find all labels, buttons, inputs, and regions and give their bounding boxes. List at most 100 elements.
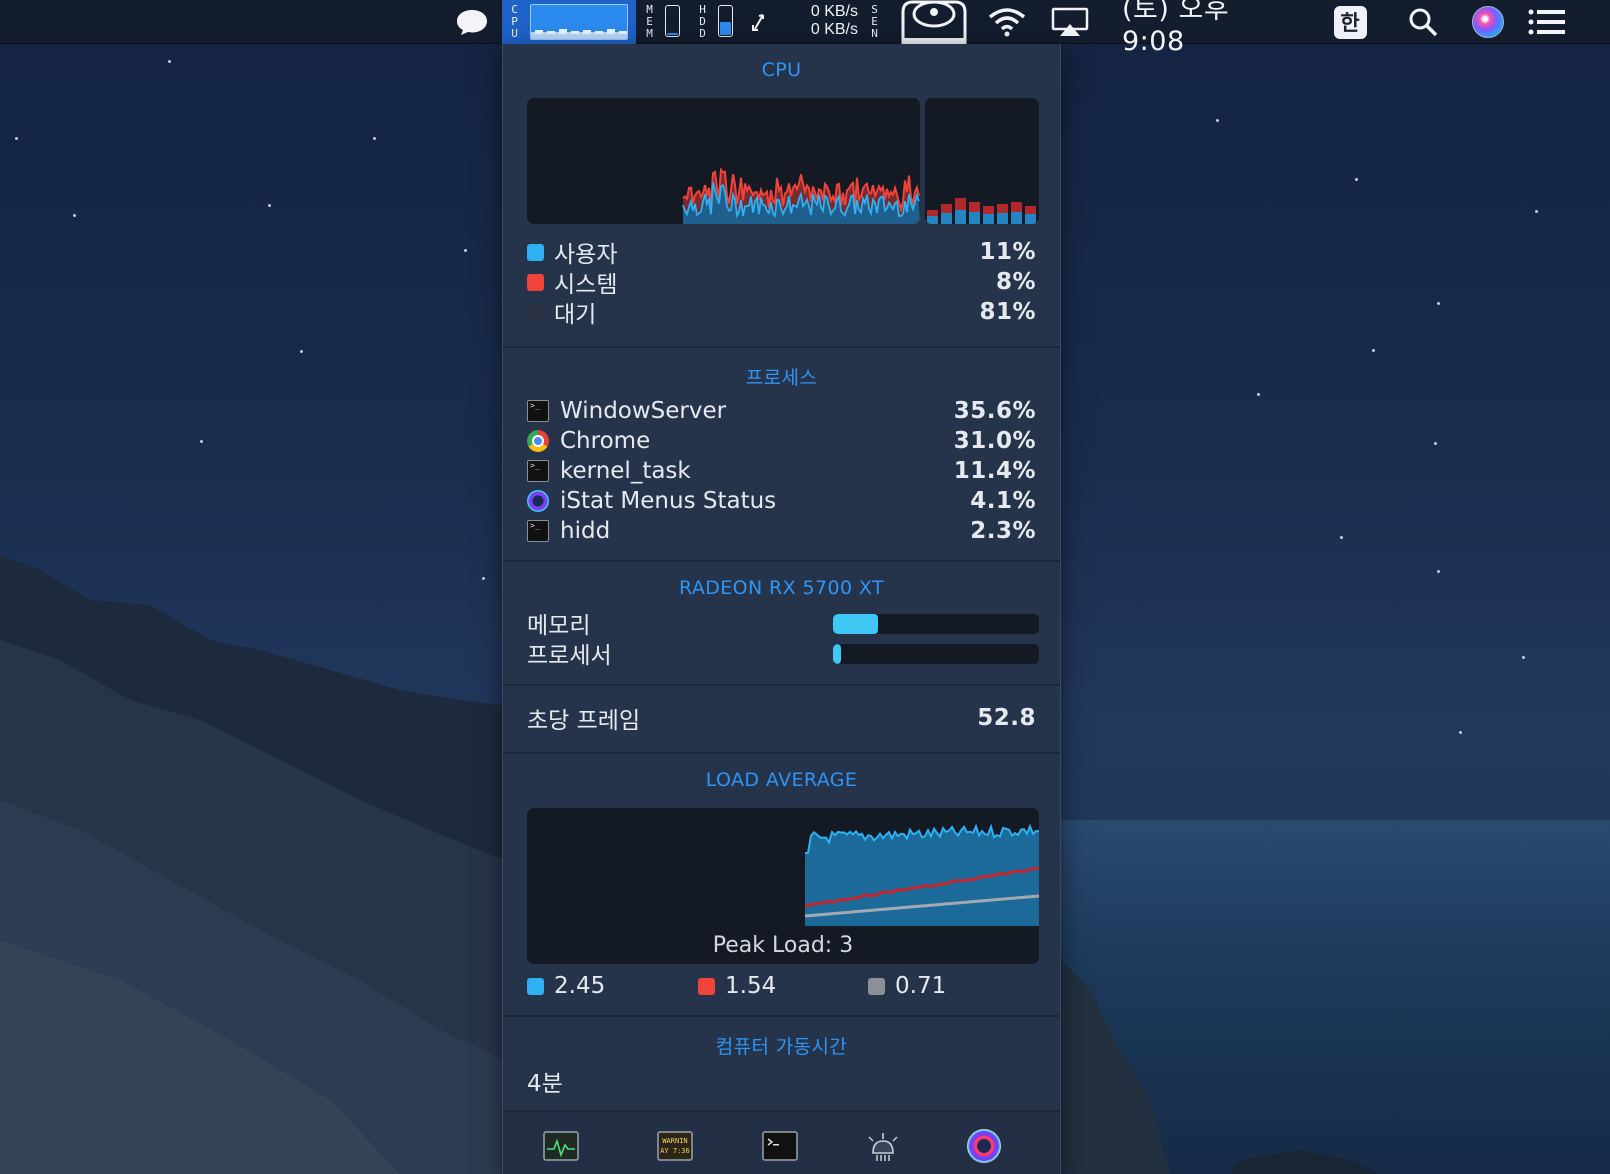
star [268, 204, 271, 207]
search-icon[interactable] [1403, 0, 1443, 44]
process-cpu-value: 31.0% [953, 428, 1036, 454]
star [1535, 210, 1538, 213]
console-icon[interactable]: WARNIN AY 7:36 [657, 1130, 693, 1162]
siri-icon[interactable] [1468, 0, 1508, 44]
process-name: Chrome [560, 428, 651, 454]
bottom-toolbar: WARNIN AY 7:36 [503, 1110, 1060, 1174]
sen-vertical-label: SEN [868, 3, 881, 39]
processes-section-title: 프로세스 [745, 367, 818, 389]
cpu-history-graph [527, 98, 920, 224]
process-row[interactable]: iStat Menus Status 4.1% [527, 486, 1036, 516]
cpu-system-row: 시스템 8% [527, 267, 1036, 298]
cpu-label: CPU [508, 3, 521, 39]
istat-menus-icon[interactable] [966, 1129, 1002, 1163]
fps-row: 초당 프레임 52.8 [527, 703, 1036, 734]
load-avg-1-legend: 2.45 [527, 973, 605, 999]
core-user-bar [1025, 214, 1036, 224]
net-download-speed: 0 KB/s [810, 21, 858, 38]
process-row[interactable]: hidd 2.3% [527, 516, 1036, 546]
activity-monitor-icon[interactable] [543, 1130, 579, 1162]
process-cpu-value: 35.6% [953, 398, 1036, 424]
load-1-area [805, 826, 1039, 926]
divider [503, 752, 1060, 754]
load-avg-15-legend: 0.71 [868, 973, 946, 999]
disk-gauge[interactable] [718, 5, 733, 37]
process-name: hidd [560, 518, 611, 544]
cpu-idle-value: 81% [979, 299, 1036, 325]
cpu-idle-label: 대기 [554, 302, 597, 328]
drive-icon[interactable] [895, 0, 973, 44]
network-arrows-icon[interactable] [748, 0, 770, 44]
star [1372, 349, 1375, 352]
gpu-processor-bar-fill [833, 644, 842, 664]
cpu-vertical-label: CPU [508, 3, 521, 39]
input-method-menu[interactable]: 한 [1330, 0, 1370, 44]
menu-bar: CPU MEM HDD 0 KB/s 0 KB/s SEN (토) 오후 9:0… [0, 0, 1610, 57]
load-avg-5-legend: 1.54 [698, 973, 776, 999]
gpu-processor-label: 프로세서 [527, 643, 612, 669]
process-cpu-value: 2.3% [970, 518, 1036, 544]
memory-gauge[interactable] [665, 5, 680, 37]
process-row[interactable]: Chrome 31.0% [527, 426, 1036, 456]
process-row[interactable]: WindowServer 35.6% [527, 396, 1036, 426]
network-speed[interactable]: 0 KB/s 0 KB/s [792, 3, 858, 39]
star [300, 350, 303, 353]
star [1434, 442, 1437, 445]
process-name: iStat Menus Status [560, 488, 777, 514]
load-avg-5-value: 1.54 [725, 973, 777, 999]
gpu-memory-bar [833, 614, 1039, 634]
core-user-bar [955, 210, 966, 224]
load-1-swatch [527, 977, 544, 995]
menubar-clock[interactable]: (토) 오후 9:08 [1122, 0, 1300, 57]
terminal-icon[interactable] [762, 1130, 798, 1162]
gpu-section-title: RADEON RX 5700 XT [678, 577, 884, 599]
star [1355, 178, 1358, 181]
message-icon[interactable] [452, 0, 492, 44]
star [15, 137, 18, 140]
gpu-memory-row: 메모리 [527, 608, 727, 639]
load-5-swatch [698, 977, 715, 995]
user-swatch [527, 243, 544, 261]
star [1459, 731, 1462, 734]
divider [503, 684, 1060, 686]
core-user-bar [941, 213, 952, 224]
cpu-section-title: CPU [761, 59, 802, 81]
load-avg-1-value: 2.45 [554, 973, 606, 999]
wifi-icon[interactable] [985, 0, 1029, 44]
console-text-line-2: AY 7:36 [660, 1147, 690, 1155]
process-cpu-value: 11.4% [953, 458, 1036, 484]
divider [503, 1015, 1060, 1017]
cpu-user-label: 사용자 [554, 242, 618, 268]
star [482, 577, 485, 580]
star [1522, 656, 1525, 659]
star [464, 249, 467, 252]
sen-label: SEN [868, 3, 881, 39]
core-user-bar [927, 216, 938, 224]
fps-value: 52.8 [977, 705, 1036, 731]
core-user-bar [969, 212, 980, 224]
fps-label: 초당 프레임 [527, 708, 641, 734]
core-user-bar [983, 214, 994, 224]
uptime-row: 4분 [527, 1066, 1036, 1097]
load-avg-15-value: 0.71 [895, 973, 947, 999]
star [1340, 536, 1343, 539]
mem-vertical-label: MEM [643, 3, 656, 39]
cpu-user-value: 11% [979, 239, 1036, 265]
notification-center-icon[interactable] [1525, 0, 1569, 44]
process-row[interactable]: kernel_task 11.4% [527, 456, 1036, 486]
process-name: kernel_task [560, 458, 691, 484]
star [1257, 393, 1260, 396]
console-text-line-1: WARNIN [662, 1137, 687, 1145]
hdd-vertical-label: HDD [696, 3, 709, 39]
star [168, 60, 171, 63]
airplay-icon[interactable] [1050, 0, 1090, 44]
load-15-swatch [868, 977, 885, 995]
sensor-icon[interactable] [865, 1130, 901, 1162]
idle-swatch [527, 303, 544, 321]
terminal-icon [527, 520, 549, 542]
star [1216, 119, 1219, 122]
peak-load-label: Peak Load: 3 [712, 933, 854, 958]
star [200, 440, 203, 443]
cpu-system-label: 시스템 [554, 272, 618, 298]
star [373, 137, 376, 140]
